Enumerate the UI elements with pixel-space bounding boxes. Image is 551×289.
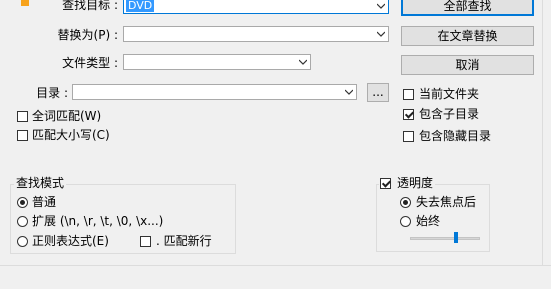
replace-in-files-button[interactable]: 在文章替换 [401,26,534,46]
chevron-down-icon[interactable] [345,88,353,96]
hidden-folders-label[interactable]: 包含隐藏目录 [419,128,491,144]
subfolders-checkbox[interactable] [403,109,414,120]
dot-newline-checkbox[interactable] [140,236,151,247]
transparency-checkbox[interactable] [380,178,391,189]
match-case-label[interactable]: 匹配大小写(C) [32,127,110,143]
chevron-down-icon[interactable] [377,30,385,38]
normal-radio[interactable] [17,197,28,208]
transparency-slider-thumb[interactable] [454,232,458,243]
find-combo[interactable]: DVD [123,0,389,14]
chevron-down-icon[interactable] [377,2,385,10]
search-mode-title: 查找模式 [14,176,67,190]
cancel-button[interactable]: 取消 [401,55,534,75]
whole-word-checkbox[interactable] [17,111,28,122]
dir-label: 目录 : [36,86,68,100]
transparency-label[interactable]: 透明度 [397,176,433,190]
always-label[interactable]: 始终 [416,213,440,229]
right-divider [542,0,543,265]
current-folder-checkbox[interactable] [403,89,414,100]
status-divider [0,265,551,266]
extended-label[interactable]: 扩展 (\n, \r, \t, \0, \x...) [32,213,163,229]
filetype-label: 文件类型 : [62,56,118,70]
regex-label[interactable]: 正则表达式(E) [32,233,109,249]
hidden-folders-checkbox[interactable] [403,131,414,142]
replace-label: 替换为(P) : [57,28,118,42]
replace-combo[interactable] [123,26,389,42]
extended-radio[interactable] [17,216,28,227]
dir-combo[interactable] [72,84,357,100]
app-icon [21,0,29,6]
subfolders-label[interactable]: 包含子目录 [419,106,479,122]
chevron-down-icon[interactable] [299,58,307,66]
normal-label[interactable]: 普通 [32,194,56,210]
find-label: 查找目标 : [62,0,118,12]
on-lose-focus-radio[interactable] [400,197,411,208]
browse-button[interactable]: ... [367,83,389,102]
on-lose-focus-label[interactable]: 失去焦点后 [416,194,476,210]
filetype-combo[interactable] [123,54,311,70]
current-folder-label[interactable]: 当前文件夹 [419,86,479,102]
always-radio[interactable] [400,216,411,227]
dot-newline-label[interactable]: . 匹配新行 [156,233,212,249]
find-value[interactable]: DVD [126,0,155,12]
match-case-checkbox[interactable] [17,130,28,141]
transparency-slider-track[interactable] [410,237,480,240]
whole-word-label[interactable]: 全词匹配(W) [32,108,101,124]
regex-radio[interactable] [17,236,28,247]
find-all-button[interactable]: 全部查找 [401,0,534,16]
